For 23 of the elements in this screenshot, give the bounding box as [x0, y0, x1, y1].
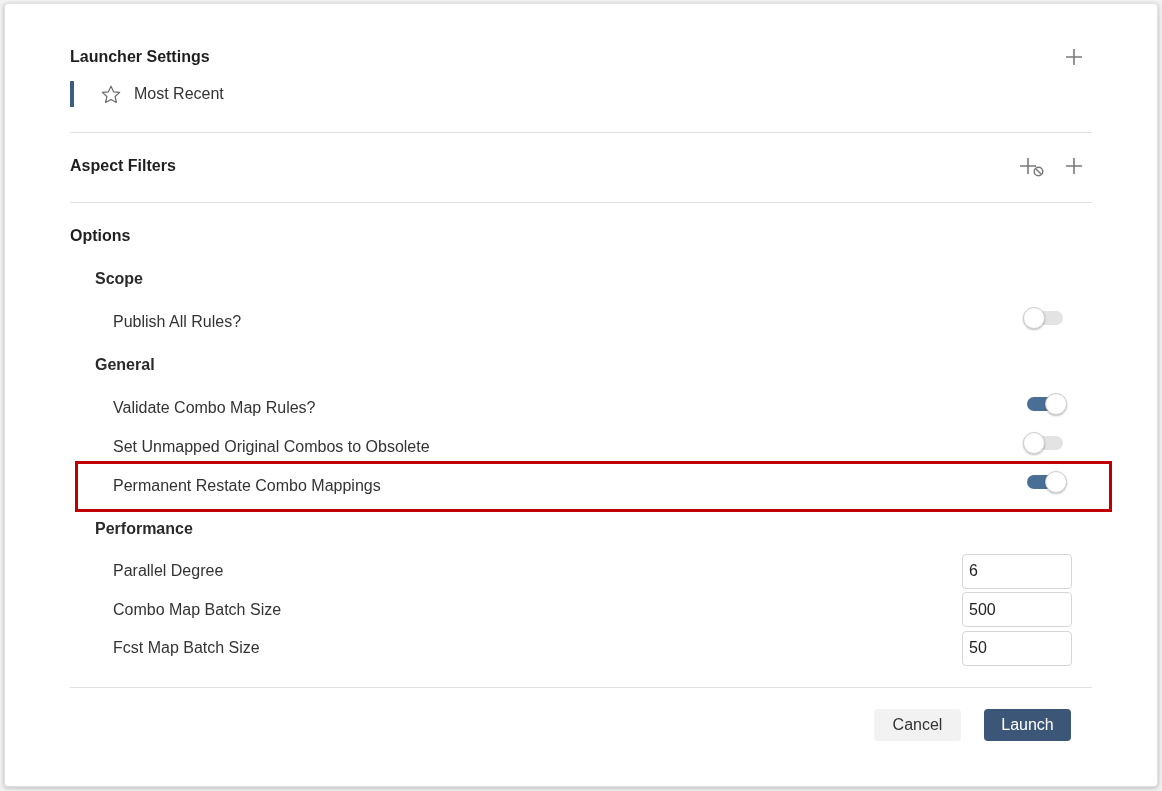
plus-ban-icon[interactable] — [1020, 157, 1044, 177]
section-title: Launcher Settings — [70, 47, 210, 67]
group-title: Scope — [95, 269, 143, 289]
option-label: Validate Combo Map Rules? — [113, 397, 316, 418]
number-field[interactable]: 500 — [962, 592, 1072, 628]
option-label: Combo Map Batch Size — [113, 599, 282, 620]
number-field[interactable]: 50 — [962, 630, 1072, 666]
launcher-item[interactable]: Most Recent — [134, 82, 224, 106]
option-label: Fcst Map Batch Size — [113, 638, 260, 659]
option-label: Publish All Rules? — [113, 311, 242, 332]
group-title: Performance — [95, 519, 193, 539]
section-title: Options — [70, 226, 131, 246]
option-label: Parallel Degree — [113, 561, 224, 582]
option-label: Set Unmapped Original Combos to Obsolete — [113, 436, 430, 457]
section-title: Aspect Filters — [70, 156, 176, 176]
option-label: Permanent Restate Combo Mappings — [113, 475, 381, 496]
group-title: General — [95, 355, 155, 375]
number-field[interactable]: 6 — [962, 553, 1072, 589]
cancel-button[interactable]: Cancel — [874, 708, 961, 741]
launch-button[interactable]: Launch — [984, 708, 1071, 741]
plus-icon[interactable] — [1065, 48, 1083, 66]
star-icon[interactable] — [101, 84, 121, 104]
plus-icon[interactable] — [1065, 157, 1083, 175]
